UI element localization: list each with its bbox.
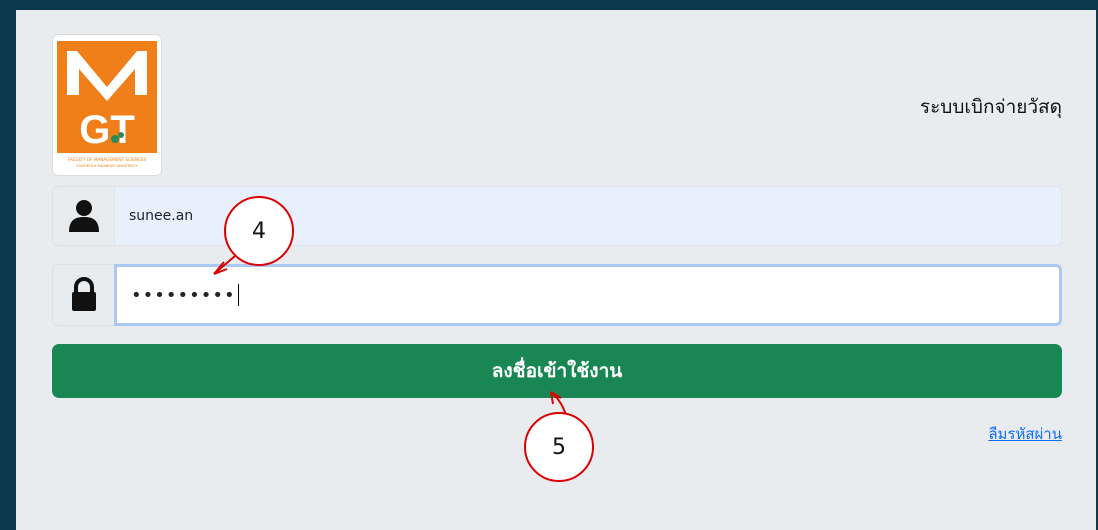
user-icon (52, 186, 114, 246)
password-group: ••••••••• (52, 264, 1062, 326)
logo-caption-2: SONGKHLA RAJABHAT UNIVERSITY (76, 164, 138, 168)
forgot-password-link[interactable]: ลืมรหัสผ่าน (988, 422, 1062, 446)
lock-icon (52, 264, 114, 326)
svg-text:GT: GT (79, 108, 135, 152)
text-caret (237, 284, 239, 306)
faculty-logo: GT FACULTY OF MANAGEMENT SCIENCES SONGKH… (52, 34, 162, 176)
username-group: sunee.an (52, 186, 1062, 246)
callout-5: 5 (524, 412, 594, 482)
callout-4: 4 (224, 196, 294, 266)
logo-caption: FACULTY OF MANAGEMENT SCIENCES (68, 157, 147, 162)
password-mask: ••••••••• (131, 284, 236, 306)
system-title: ระบบเบิกจ่ายวัสดุ (919, 96, 1062, 118)
login-button[interactable]: ลงชื่อเข้าใช้งาน (52, 344, 1062, 398)
password-input[interactable]: ••••••••• (114, 264, 1062, 326)
